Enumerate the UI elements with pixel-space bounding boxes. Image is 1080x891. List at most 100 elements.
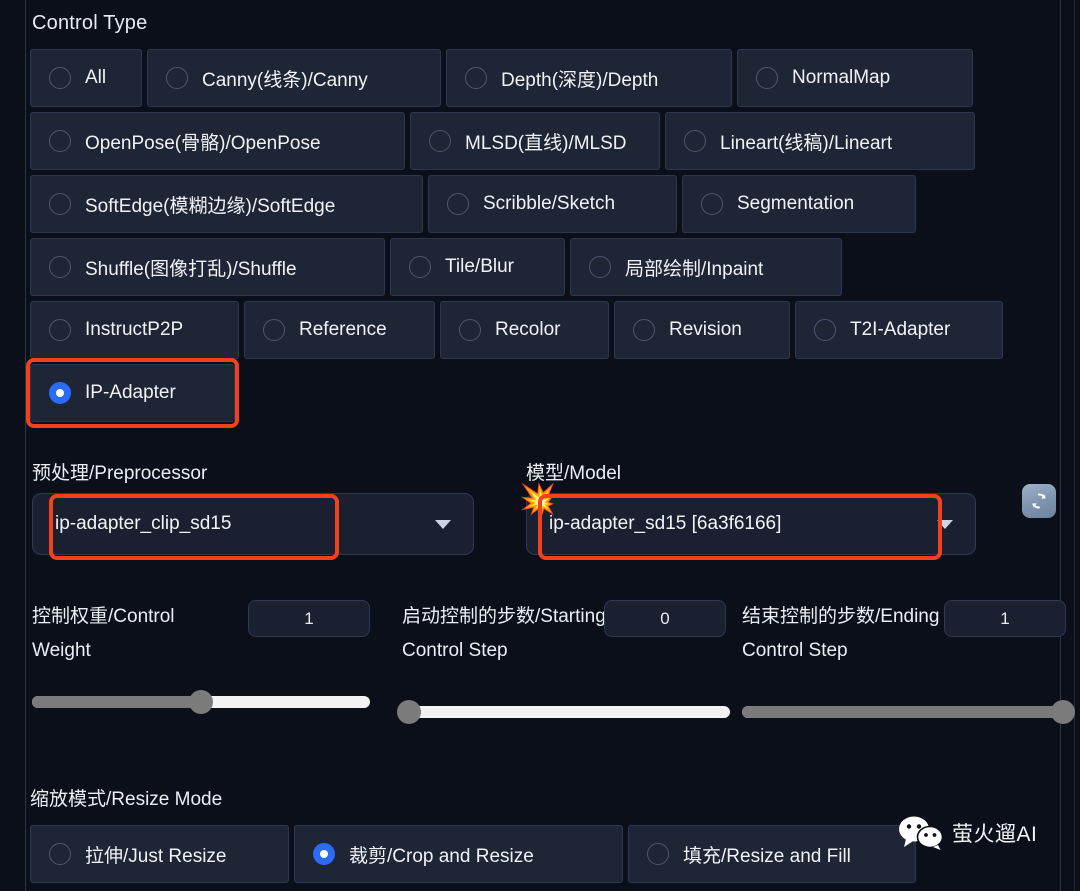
chevron-down-icon [435, 519, 451, 529]
explosion-icon: 💥 [519, 483, 557, 516]
radio-control-type-instructp2p[interactable]: InstructP2P [30, 301, 239, 359]
radio-resize-resize-and-fill[interactable]: 填充/Resize and Fill [628, 825, 916, 883]
radio-resize-crop-and-resize[interactable]: 裁剪/Crop and Resize [294, 825, 623, 883]
model-dropdown[interactable]: ip-adapter_sd15 [6a3f6166] [526, 493, 976, 555]
control-weight-label: 控制权重/Control Weight [32, 606, 175, 661]
control-weight-slider[interactable] [32, 690, 370, 714]
radio-control-type-softedge[interactable]: SoftEdge(模糊边缘)/SoftEdge [30, 175, 423, 233]
radio-control-type-all[interactable]: All [30, 49, 142, 107]
model-label: 模型/Model [526, 463, 622, 484]
control-weight-slider-group: 控制权重/Control Weight 1 [32, 600, 370, 714]
radio-label: Depth(深度)/Depth [501, 69, 659, 91]
radio-control-type-openpose[interactable]: OpenPose(骨骼)/OpenPose [30, 112, 405, 170]
radio-control-type-reference[interactable]: Reference [244, 301, 435, 359]
starting-control-step-value-input[interactable]: 0 [604, 600, 726, 637]
radio-control-type-mlsd[interactable]: MLSD(直线)/MLSD [410, 112, 660, 170]
control-type-row: SoftEdge(模糊边缘)/SoftEdge Scribble/Sketch … [30, 175, 1050, 233]
radio-control-type-segmentation[interactable]: Segmentation [682, 175, 916, 233]
radio-indicator-icon [647, 843, 669, 865]
radio-control-type-inpaint[interactable]: 局部绘制/Inpaint [570, 238, 842, 296]
radio-control-type-lineart[interactable]: Lineart(线稿)/Lineart [665, 112, 975, 170]
radio-label: 局部绘制/Inpaint [625, 258, 764, 280]
watermark-text: 萤火遛AI [952, 823, 1038, 846]
model-group: 模型/Model ip-adapter_sd15 [6a3f6166] [526, 458, 976, 560]
slider-thumb[interactable] [396, 700, 421, 724]
radio-label: 填充/Resize and Fill [683, 845, 851, 867]
radio-indicator-icon [49, 193, 71, 215]
radio-label: MLSD(直线)/MLSD [465, 132, 627, 154]
radio-control-type-ip-adapter[interactable]: IP-Adapter [30, 364, 235, 422]
radio-indicator-icon [756, 67, 778, 89]
radio-label: SoftEdge(模糊边缘)/SoftEdge [85, 195, 336, 217]
radio-indicator-icon [589, 256, 611, 278]
control-type-row: IP-Adapter [26, 358, 1050, 428]
slider-group: 控制权重/Control Weight 1 启动控制的步数/Starting C… [30, 600, 1076, 760]
starting-control-step-label: 启动控制的步数/Starting Control Step [402, 606, 606, 661]
radio-control-type-revision[interactable]: Revision [614, 301, 790, 359]
control-weight-value-input[interactable]: 1 [248, 600, 370, 637]
radio-control-type-shuffle[interactable]: Shuffle(图像打乱)/Shuffle [30, 238, 385, 296]
radio-label: Reference [299, 319, 387, 340]
radio-indicator-icon [49, 130, 71, 152]
scrollbar-track[interactable] [1060, 0, 1061, 891]
radio-label: Recolor [495, 319, 561, 340]
radio-label: All [85, 67, 107, 88]
ending-control-step-slider-group: 结束控制的步数/Ending Control Step 1 [742, 600, 1076, 724]
radio-control-type-scribble[interactable]: Scribble/Sketch [428, 175, 677, 233]
refresh-models-button[interactable] [1022, 484, 1056, 518]
slider-thumb[interactable] [1051, 700, 1076, 724]
radio-indicator-icon [814, 319, 836, 341]
radio-label: Lineart(线稿)/Lineart [720, 132, 893, 154]
radio-label: Canny(线条)/Canny [202, 69, 368, 91]
ending-control-step-slider[interactable] [742, 700, 1076, 724]
radio-control-type-depth[interactable]: Depth(深度)/Depth [446, 49, 732, 107]
control-type-radio-group: All Canny(线条)/Canny Depth(深度)/Depth Norm… [26, 49, 1050, 428]
ending-control-step-label: 结束控制的步数/Ending Control Step [742, 606, 940, 661]
radio-indicator-icon [459, 319, 481, 341]
ending-control-step-value-input[interactable]: 1 [944, 600, 1066, 637]
radio-indicator-icon [684, 130, 706, 152]
preprocessor-label: 预处理/Preprocessor [32, 463, 208, 484]
radio-indicator-icon [49, 382, 71, 404]
control-type-row: InstructP2P Reference Recolor Revision T… [30, 301, 1050, 359]
watermark: 萤火遛AI [898, 816, 1037, 850]
radio-indicator-icon [49, 256, 71, 278]
radio-label: OpenPose(骨骼)/OpenPose [85, 132, 321, 154]
radio-indicator-icon [409, 256, 431, 278]
radio-label: Shuffle(图像打乱)/Shuffle [85, 258, 297, 280]
radio-indicator-icon [701, 193, 723, 215]
radio-label: InstructP2P [85, 319, 184, 340]
radio-resize-just-resize[interactable]: 拉伸/Just Resize [30, 825, 289, 883]
radio-control-type-normalmap[interactable]: NormalMap [737, 49, 973, 107]
radio-control-type-t2i-adapter[interactable]: T2I-Adapter [795, 301, 1003, 359]
control-type-row: OpenPose(骨骼)/OpenPose MLSD(直线)/MLSD Line… [30, 112, 1050, 170]
starting-control-step-slider-group: 启动控制的步数/Starting Control Step 0 [396, 600, 730, 724]
panel-left-edge [25, 0, 26, 891]
preprocessor-model-row: 预处理/Preprocessor ip-adapter_clip_sd15 💥 … [30, 458, 1056, 578]
radio-label: 裁剪/Crop and Resize [349, 845, 534, 867]
radio-label: 拉伸/Just Resize [85, 845, 227, 867]
chevron-down-icon [937, 519, 953, 529]
radio-label: Segmentation [737, 193, 855, 214]
radio-control-type-recolor[interactable]: Recolor [440, 301, 609, 359]
slider-fill [742, 706, 1064, 718]
radio-label: Tile/Blur [445, 256, 514, 277]
radio-indicator-icon [633, 319, 655, 341]
radio-control-type-tile[interactable]: Tile/Blur [390, 238, 565, 296]
wechat-icon [899, 816, 944, 850]
radio-label: NormalMap [792, 67, 891, 88]
radio-indicator-icon [49, 319, 71, 341]
refresh-icon [1032, 493, 1046, 509]
slider-thumb[interactable] [189, 690, 213, 714]
preprocessor-group: 预处理/Preprocessor ip-adapter_clip_sd15 [32, 458, 474, 560]
resize-mode-radio-group: 拉伸/Just Resize 裁剪/Crop and Resize 填充/Res… [30, 825, 1050, 883]
radio-indicator-icon [166, 67, 188, 89]
preprocessor-dropdown[interactable]: ip-adapter_clip_sd15 [32, 493, 474, 555]
starting-control-step-slider[interactable] [396, 700, 730, 724]
controlnet-panel: Control Type All Canny(线条)/Canny Depth(深… [26, 0, 1076, 891]
radio-indicator-icon [447, 193, 469, 215]
radio-label: Scribble/Sketch [483, 193, 616, 214]
resize-mode-label: 缩放模式/Resize Mode [30, 789, 223, 810]
radio-indicator-icon [429, 130, 451, 152]
radio-control-type-canny[interactable]: Canny(线条)/Canny [147, 49, 441, 107]
